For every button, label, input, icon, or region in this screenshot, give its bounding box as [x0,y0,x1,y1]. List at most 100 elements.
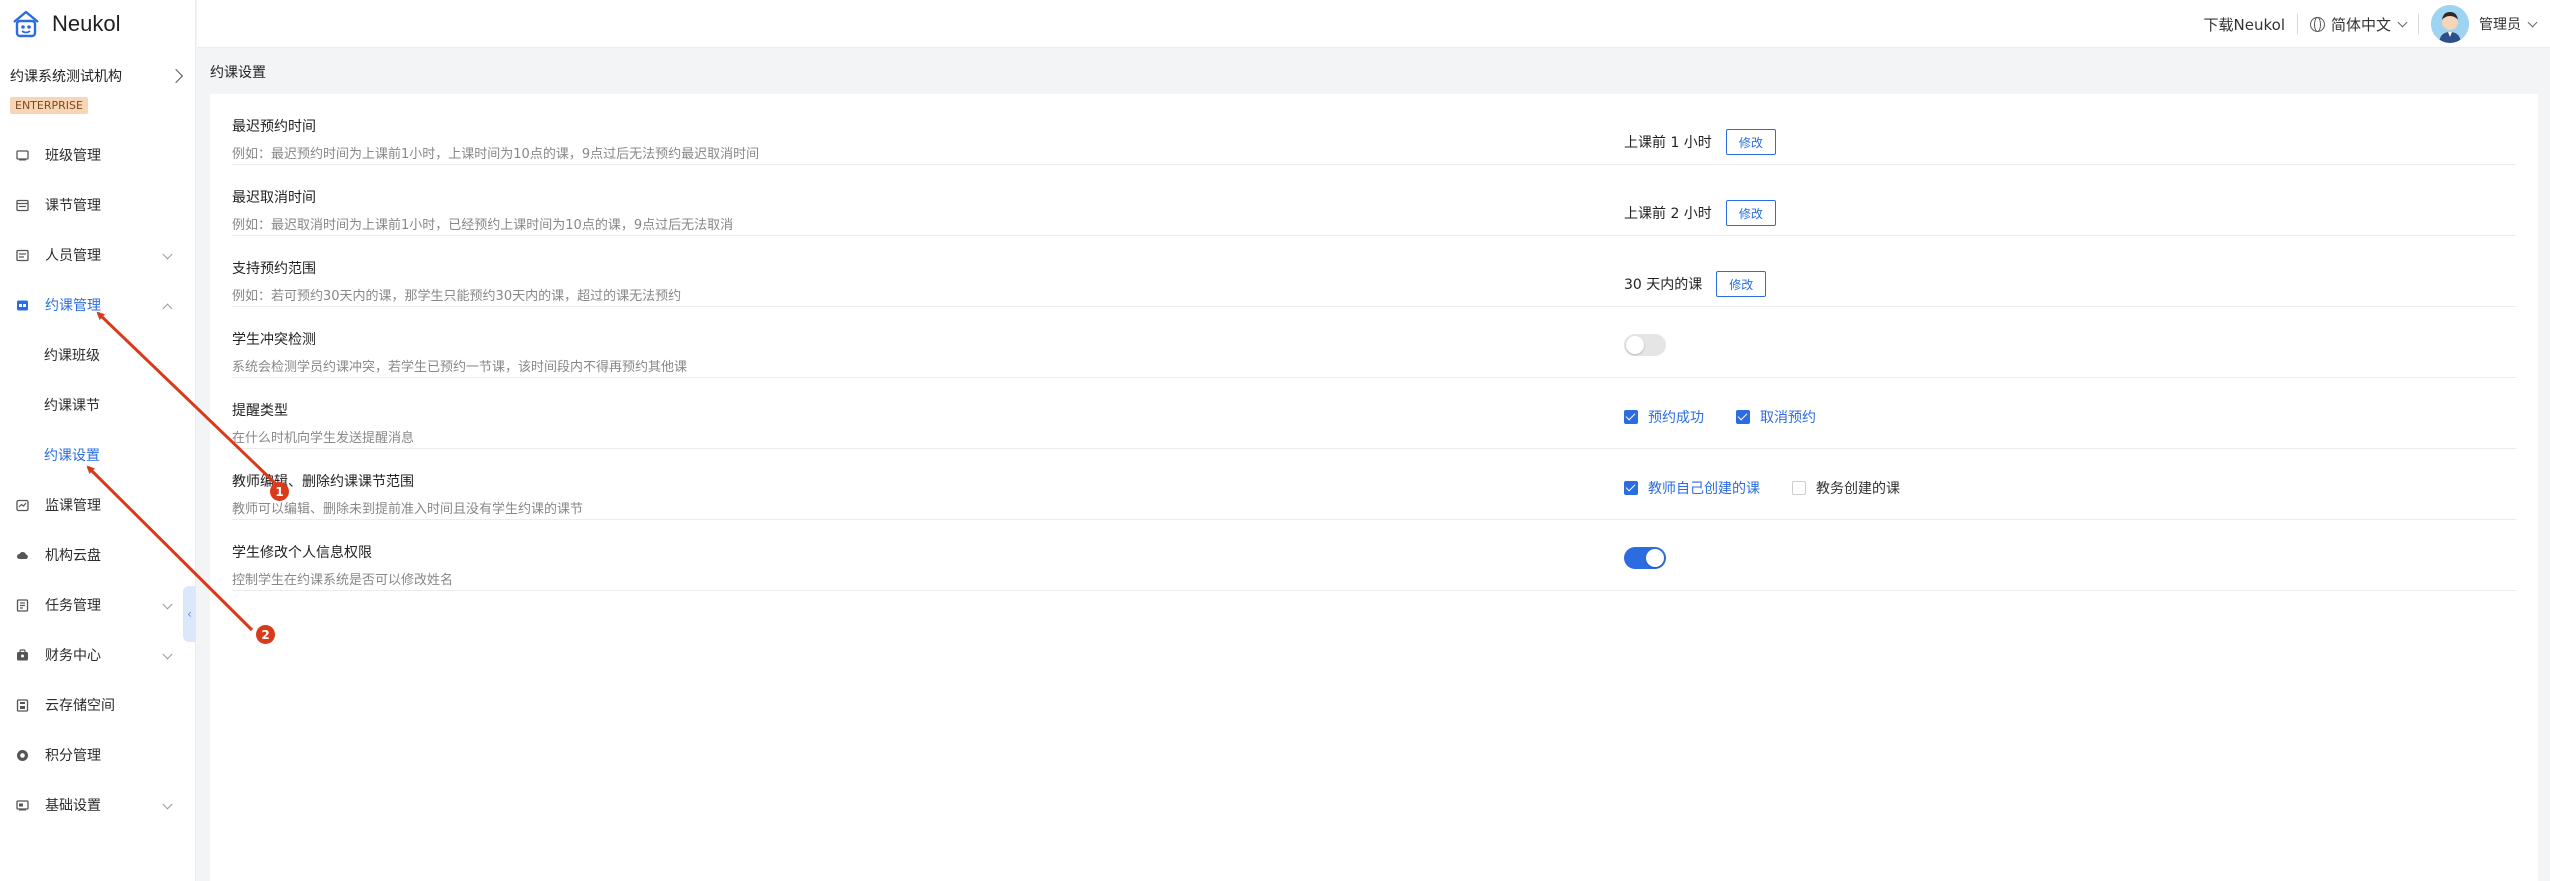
sidebar-item-booking[interactable]: 约课管理 [0,280,195,330]
chevron-up-icon [162,303,173,314]
topbar-actions: 下载Neukol 简体中文 管理员 [2204,0,2538,48]
setting-row-reminder-type: 提醒类型 在什么时机向学生发送提醒消息 预约成功 取消预约 [232,378,2516,449]
setting-value: 上课前 2 小时 修改 [1624,200,1776,226]
points-icon [17,749,28,761]
sidebar-item-label: 班级管理 [45,148,101,164]
people-icon [16,249,29,261]
user-menu[interactable]: 管理员 [2431,5,2538,43]
lesson-icon [16,199,29,211]
sidebar-item-label: 约课设置 [44,448,100,464]
conflict-check-toggle[interactable] [1624,334,1666,356]
sidebar: Neukol 约课系统测试机构 ENTERPRISE 班级管理 课节管理 人员管… [0,0,196,881]
sidebar-collapse-toggle[interactable]: ‹ [183,586,196,642]
globe-icon [2309,16,2325,32]
setting-row-latest-cancel: 最迟取消时间 例如：最迟取消时间为上课前1小时，已经预约上课时间为10点的课，9… [232,165,2516,236]
class-icon [16,149,29,160]
setting-desc: 控制学生在约课系统是否可以修改姓名 [232,573,454,588]
sidebar-item-task[interactable]: 任务管理 [0,580,195,630]
annotation-marker-1: 1 [270,482,289,501]
download-link[interactable]: 下载Neukol [2204,14,2285,35]
sidebar-item-label: 约课课节 [44,398,100,414]
setting-title: 学生修改个人信息权限 [232,545,372,561]
setting-title: 学生冲突检测 [232,332,316,348]
settings-icon [16,799,29,810]
checkbox-checked-icon [1624,410,1638,424]
setting-desc: 教师可以编辑、删除未到提前准入时间且没有学生约课的课节 [232,502,584,517]
checkbox-label: 取消预约 [1760,410,1816,426]
booking-icon [17,300,28,310]
chevron-right-icon [168,68,184,84]
sidebar-item-class[interactable]: 班级管理 [0,130,195,180]
divider [2418,14,2419,34]
logo[interactable]: Neukol [0,0,195,48]
sidebar-subitem-booking-lesson[interactable]: 约课课节 [0,380,195,430]
reminder-booking-cancel-checkbox[interactable]: 取消预约 [1736,407,1816,427]
modify-button[interactable]: 修改 [1716,271,1767,297]
sidebar-item-label: 约课班级 [44,348,100,364]
setting-title: 提醒类型 [232,403,288,419]
checkbox-checked-icon [1624,481,1638,495]
setting-desc: 例如：若可预约30天内的课，那学生只能预约30天内的课，超过的课无法预约 [232,289,682,304]
checkbox-label: 教务创建的课 [1816,481,1900,497]
chevron-down-icon [162,599,173,610]
sidebar-item-label: 积分管理 [45,748,101,764]
setting-row-student-edit-info: 学生修改个人信息权限 控制学生在约课系统是否可以修改姓名 [232,520,2516,591]
teacher-own-lessons-checkbox[interactable]: 教师自己创建的课 [1624,478,1760,498]
modify-button[interactable]: 修改 [1725,129,1776,155]
annotation-marker-2: 2 [256,625,275,644]
topbar: 下载Neukol 简体中文 管理员 [197,0,2550,48]
reminder-booking-success-checkbox[interactable]: 预约成功 [1624,407,1704,427]
chevron-down-icon [2527,17,2538,27]
modify-button[interactable]: 修改 [1725,200,1776,226]
monitor-icon [16,499,29,511]
chevron-left-icon: ‹ [187,607,192,621]
student-edit-info-toggle[interactable] [1624,547,1666,569]
sidebar-item-points[interactable]: 积分管理 [0,730,195,780]
sidebar-item-label: 机构云盘 [45,548,101,564]
teacher-edit-options: 教师自己创建的课 教务创建的课 [1624,478,1932,498]
sidebar-item-cloud[interactable]: 机构云盘 [0,530,195,580]
sidebar-item-storage[interactable]: 云存储空间 [0,680,195,730]
sidebar-item-label: 约课管理 [45,298,101,314]
page-title: 约课设置 [210,65,266,81]
org-name: 约课系统测试机构 [10,69,122,85]
setting-title: 最迟取消时间 [232,190,316,206]
sidebar-item-label: 任务管理 [45,598,101,614]
setting-title: 最迟预约时间 [232,119,316,135]
home-icon [13,10,39,38]
sidebar-item-label: 课节管理 [45,198,101,214]
org-selector[interactable]: 约课系统测试机构 [0,58,195,94]
setting-value-text: 上课前 2 小时 [1624,206,1712,222]
setting-row-booking-range: 支持预约范围 例如：若可预约30天内的课，那学生只能预约30天内的课，超过的课无… [232,236,2516,307]
setting-value: 上课前 1 小时 修改 [1624,129,1776,155]
setting-row-teacher-edit-scope: 教师编辑、删除约课课节范围 教师可以编辑、删除未到提前准入时间且没有学生约课的课… [232,449,2516,520]
sidebar-item-monitor[interactable]: 监课管理 [0,480,195,530]
sidebar-subitem-booking-settings[interactable]: 约课设置 [0,430,195,480]
setting-desc: 系统会检测学员约课冲突，若学生已预约一节课，该时间段内不得再预约其他课 [232,360,688,375]
language-selector[interactable]: 简体中文 [2309,14,2408,35]
chevron-down-icon [162,249,173,260]
setting-desc: 例如：最迟预约时间为上课前1小时，上课时间为10点的课，9点过后无法预约最迟取消… [232,147,760,162]
task-icon [16,598,29,612]
checkbox-label: 预约成功 [1648,410,1704,426]
sidebar-item-people[interactable]: 人员管理 [0,230,195,280]
sidebar-item-lesson[interactable]: 课节管理 [0,180,195,230]
cloud-icon [17,551,28,559]
setting-title: 教师编辑、删除约课课节范围 [232,474,414,490]
brand-name: Neukol [52,11,121,36]
sidebar-item-finance[interactable]: 财务中心 [0,630,195,680]
setting-row-latest-booking: 最迟预约时间 例如：最迟预约时间为上课前1小时，上课时间为10点的课，9点过后无… [232,94,2516,165]
setting-value-text: 30 天内的课 [1624,277,1703,293]
chevron-down-icon [2397,17,2408,27]
sidebar-subitem-booking-class[interactable]: 约课班级 [0,330,195,380]
checkbox-label: 教师自己创建的课 [1648,481,1760,497]
finance-icon [17,648,28,660]
setting-desc: 例如：最迟取消时间为上课前1小时，已经预约上课时间为10点的课，9点过后无法取消 [232,218,734,233]
reminder-options: 预约成功 取消预约 [1624,407,1848,427]
sidebar-item-settings[interactable]: 基础设置 [0,780,195,830]
sidebar-item-label: 基础设置 [45,798,101,814]
admin-lessons-checkbox[interactable]: 教务创建的课 [1792,478,1900,498]
chevron-down-icon [162,799,173,810]
avatar [2431,5,2469,43]
divider [2296,14,2298,34]
